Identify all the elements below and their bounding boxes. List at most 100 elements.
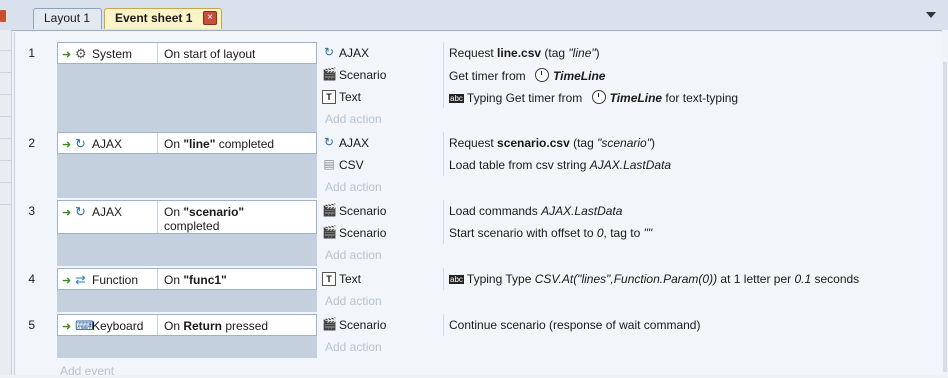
- close-tab-icon[interactable]: ×: [203, 11, 217, 25]
- add-action-link[interactable]: Add action: [325, 180, 382, 194]
- action-object: Scenario: [339, 226, 387, 240]
- green-arrow-icon: ➜: [62, 321, 72, 333]
- action-object: CSV: [339, 158, 364, 172]
- action-divider: [443, 132, 444, 154]
- green-arrow-icon: ➜: [62, 139, 72, 151]
- event-block: 2 ➜ ↻ AJAX On "line" completed ↻ AJAX Request s…: [28, 132, 935, 198]
- condition-text: On start of layout: [164, 47, 256, 61]
- condition-column: ➜ ↻ AJAX On "line" completed: [57, 132, 317, 198]
- condition-row[interactable]: ➜ ↻ AJAX On "line" completed: [57, 132, 317, 154]
- desc-part: On: [164, 205, 184, 219]
- action-row[interactable]: ↻ AJAX Request line.csv (tag "line"): [317, 42, 948, 64]
- condition-object: AJAX: [92, 137, 123, 151]
- green-arrow-icon: ➜: [62, 207, 72, 219]
- event-number: 3: [28, 204, 35, 218]
- action-row[interactable]: 🎬 Scenario Load commands AJAX.LastData: [317, 200, 948, 222]
- action-divider: [443, 314, 444, 336]
- condition-text: On "func1": [164, 273, 312, 287]
- condition-row[interactable]: ➜ ⇄ Function On "func1": [57, 268, 317, 290]
- tab-layout-1[interactable]: Layout 1: [33, 8, 102, 29]
- desc-part: "scenario": [597, 136, 651, 150]
- desc-part: at 1 letter per: [717, 272, 795, 286]
- desc-part: , tag to: [603, 226, 644, 240]
- action-divider: [443, 42, 444, 64]
- add-action-link[interactable]: Add action: [325, 112, 382, 126]
- close-panel-icon[interactable]: [0, 10, 6, 22]
- event-number: 5: [28, 318, 35, 332]
- action-description: Request line.csv (tag "line"): [449, 46, 600, 60]
- function-icon: ⇄: [75, 272, 86, 287]
- condition-row[interactable]: ➜ ⚙ System On start of layout: [57, 42, 317, 64]
- add-action-link[interactable]: Add action: [325, 294, 382, 308]
- action-row[interactable]: T Text abc Typing Get timer from TimeLine f…: [317, 86, 948, 108]
- action-row[interactable]: ↻ AJAX Request scenario.csv (tag "scenario…: [317, 132, 948, 154]
- desc-part: On: [164, 273, 184, 287]
- add-action-link[interactable]: Add action: [325, 248, 382, 262]
- gear-icon: ⚙: [75, 46, 87, 61]
- event-block: 4 ➜ ⇄ Function On "func1" T Text abc Typing Type…: [28, 268, 935, 312]
- action-object: AJAX: [339, 136, 370, 150]
- desc-part: 0.1: [794, 272, 812, 286]
- desc-part: AJAX.LastData: [541, 204, 623, 218]
- add-event-link[interactable]: Add event: [60, 364, 114, 378]
- text-icon: T: [322, 89, 336, 104]
- desc-part: On: [164, 137, 184, 151]
- desc-part: Get timer from: [449, 69, 530, 83]
- desc-part: "": [643, 226, 653, 240]
- event-block: 1 ➜ ⚙ System On start of layout ↻ AJAX Request …: [28, 42, 935, 142]
- condition-row[interactable]: ➜ ↻ AJAX On "scenario" completed: [57, 200, 317, 234]
- condition-object: System: [92, 47, 133, 61]
- action-description: Load commands AJAX.LastData: [449, 204, 622, 218]
- desc-part: "line": [568, 46, 596, 60]
- event-number: 2: [28, 136, 35, 150]
- event-block: 3 ➜ ↻ AJAX On "scenario" completed 🎬 Scenario L…: [28, 200, 935, 266]
- desc-part: for text-typing: [662, 91, 739, 105]
- desc-part: Typing Type: [466, 272, 535, 286]
- condition-divider: [157, 133, 158, 153]
- add-action-link[interactable]: Add action: [325, 340, 382, 354]
- timer-object-name: TimeLine: [609, 91, 663, 105]
- action-object: Text: [339, 90, 362, 104]
- timer-clock-icon: [591, 90, 606, 104]
- desc-part: (tag: [541, 46, 569, 60]
- desc-part: pressed: [222, 319, 269, 333]
- actions-column: T Text abc Typing Type CSV.At("lines",Funct…: [317, 268, 948, 312]
- desc-part: scenario.csv: [497, 136, 570, 150]
- action-object: Scenario: [339, 68, 387, 82]
- action-row[interactable]: 🎬 Scenario Continue scenario (response of …: [317, 314, 948, 336]
- action-object: AJAX: [339, 46, 370, 60]
- clapper-icon: 🎬: [322, 203, 337, 217]
- desc-part: ): [651, 136, 655, 150]
- event-block: 5 ➜ ⌨ Keyboard On Return pressed 🎬 Scenario Con…: [28, 314, 935, 358]
- action-divider: [443, 200, 444, 222]
- desc-part: "func1": [183, 273, 227, 287]
- action-divider: [443, 64, 444, 86]
- action-row[interactable]: 🎬 Scenario Start scenario with offset to 0…: [317, 222, 948, 244]
- ajax-icon: ↻: [75, 204, 86, 219]
- desc-part: Load commands: [449, 204, 542, 218]
- event-number: 4: [28, 272, 35, 286]
- condition-row[interactable]: ➜ ⌨ Keyboard On Return pressed: [57, 314, 317, 336]
- action-row[interactable]: T Text abc Typing Type CSV.At("lines",Funct…: [317, 268, 948, 290]
- ajax-icon: ↻: [323, 135, 335, 149]
- condition-divider: [157, 269, 158, 289]
- timer-clock-icon: [535, 68, 550, 82]
- desc-part: Return: [183, 319, 223, 333]
- desc-part: (tag: [569, 136, 598, 150]
- actions-column: ↻ AJAX Request line.csv (tag "line") 🎬 Scena…: [317, 42, 948, 142]
- action-divider: [443, 86, 444, 108]
- condition-column: ➜ ⚙ System On start of layout: [57, 42, 317, 142]
- condition-divider: [157, 315, 158, 335]
- tab-dropdown-icon[interactable]: [926, 12, 936, 18]
- desc-part: "scenario": [183, 205, 245, 219]
- desc-part: Continue scenario (response of wait comm…: [449, 318, 701, 332]
- action-divider: [443, 154, 444, 176]
- action-row[interactable]: ▤ CSV Load table from csv string AJAX.Last…: [317, 154, 948, 176]
- clapper-icon: 🎬: [322, 225, 337, 239]
- action-row[interactable]: 🎬 Scenario Get timer from TimeLine: [317, 64, 948, 86]
- text-icon: T: [322, 271, 336, 286]
- desc-part: completed: [215, 137, 275, 151]
- action-object: Scenario: [339, 318, 387, 332]
- ajax-icon: ↻: [323, 45, 335, 59]
- ajax-icon: ↻: [75, 136, 86, 151]
